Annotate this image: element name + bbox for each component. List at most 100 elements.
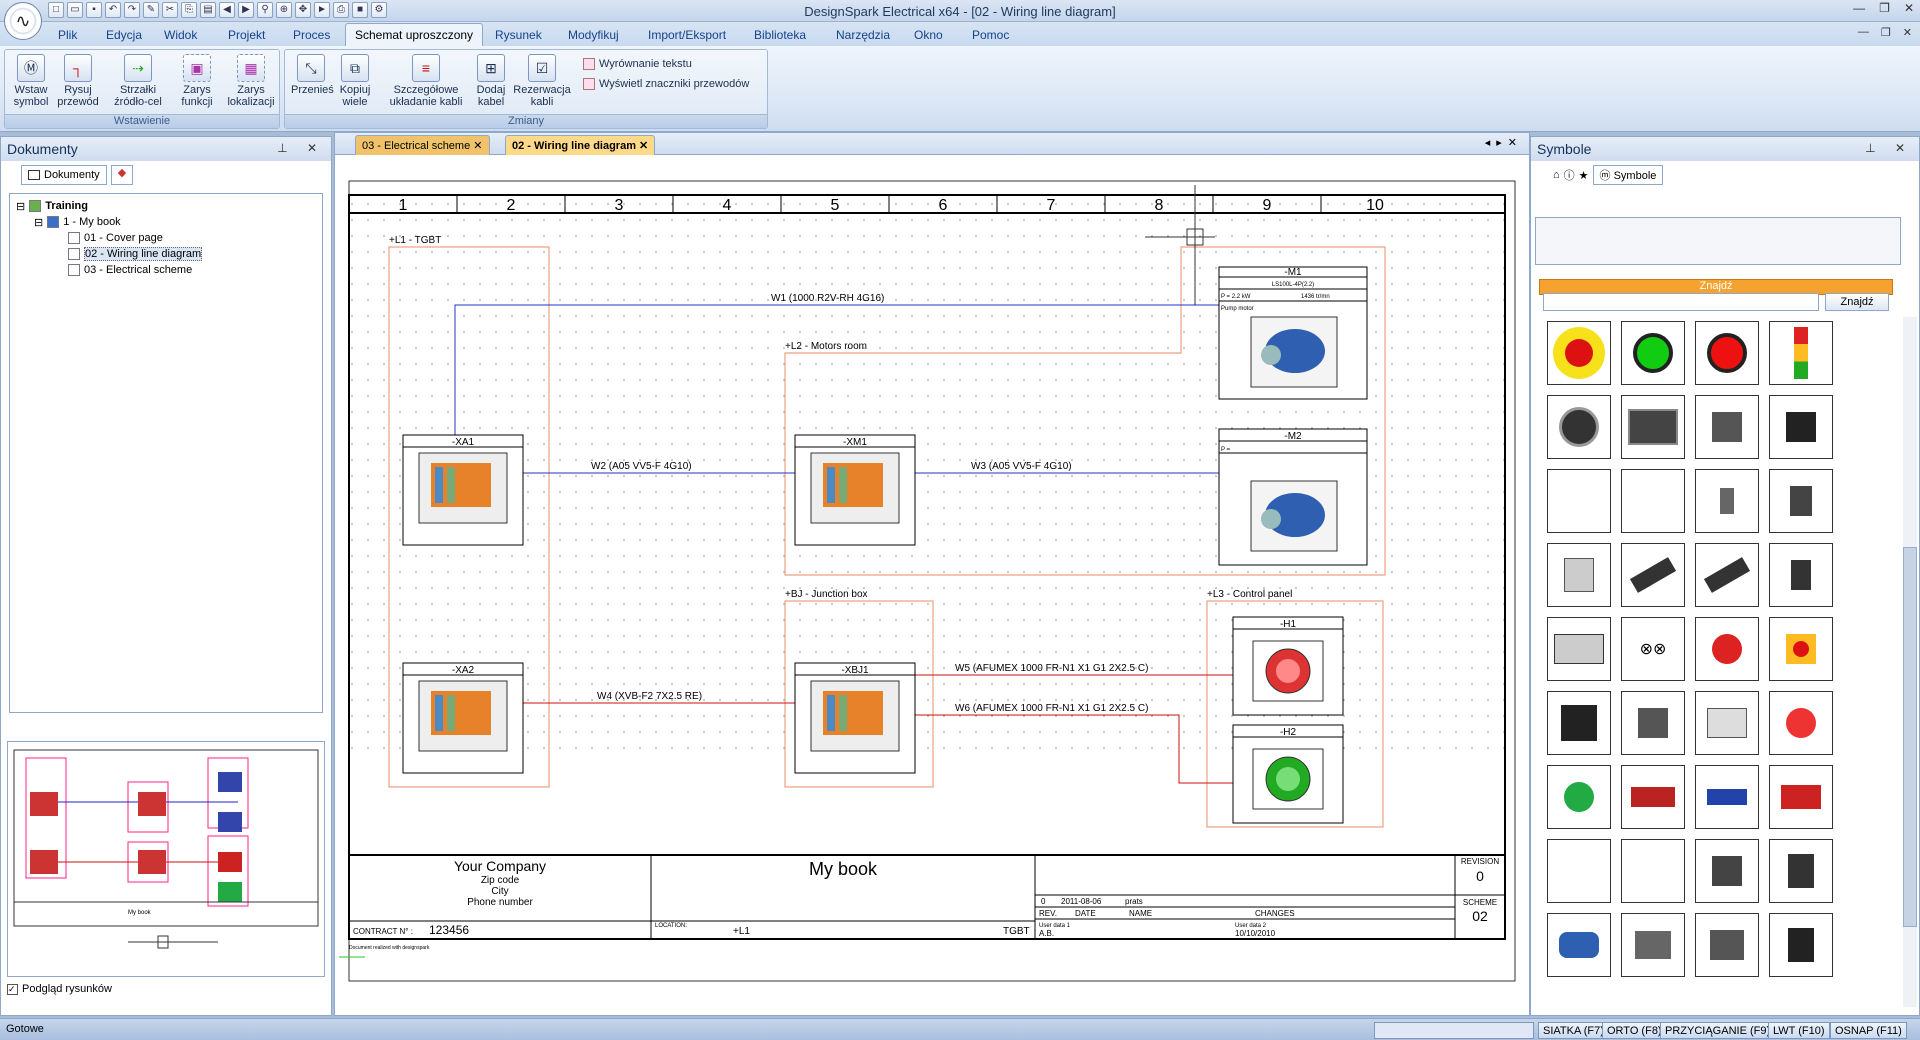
symbol-search-input[interactable] — [1543, 293, 1819, 311]
menu-okno[interactable]: Okno — [906, 26, 951, 44]
toggle-osnap[interactable]: OSNAP (F11) — [1830, 1022, 1907, 1039]
toggle-ortho[interactable]: ORTO (F8) — [1602, 1022, 1667, 1039]
symbol-plc[interactable] — [1547, 617, 1611, 681]
menu-projekt[interactable]: Projekt — [220, 26, 273, 44]
symbol-controller[interactable] — [1769, 913, 1833, 977]
wiring-drawing[interactable]: 1 2 3 4 5 6 7 8 9 10 +L1 - TGBT +L2 - Mo… — [335, 155, 1531, 1017]
restore-icon[interactable]: ❐ — [1879, 1, 1890, 15]
location-outline-button[interactable]: ▦ Zarys lokalizacji — [223, 54, 279, 108]
copy-many-button[interactable]: ⧉ Kopiuj wiele — [335, 54, 375, 108]
tree-book[interactable]: ⊟ 1 - My book — [16, 214, 316, 230]
insert-symbol-button[interactable]: Ⓜ Wstaw symbol — [9, 54, 53, 108]
component-h2[interactable]: -H2 — [1232, 724, 1344, 824]
tree-root[interactable]: ⊟ Training — [16, 198, 316, 214]
symbol-motor[interactable] — [1547, 913, 1611, 977]
checkbox-icon[interactable]: ✓ — [7, 983, 18, 995]
menu-import-eksport[interactable]: Import/Eksport — [640, 26, 734, 44]
tab-close-icon[interactable]: ✕ — [639, 140, 648, 152]
symbol-signal-tower[interactable] — [1769, 321, 1833, 385]
info-icon[interactable]: ⓘ — [1564, 167, 1575, 183]
mdi-close-icon[interactable]: ✕ — [1903, 26, 1912, 39]
tab-wiring-line-diagram[interactable]: 02 - Wiring line diagram ✕ — [505, 135, 656, 155]
symbol-empty-2[interactable] — [1621, 469, 1685, 533]
symbol-inverter[interactable] — [1769, 839, 1833, 903]
component-xa1[interactable]: -XA1 — [402, 434, 524, 546]
symbol-sensor-1[interactable] — [1621, 543, 1685, 607]
arrows-button[interactable]: ⇢ Strzałki źródło-cel — [109, 54, 167, 108]
symbol-empty-1[interactable] — [1547, 469, 1611, 533]
pin-close-icons[interactable]: ⊥ ✕ — [277, 141, 325, 155]
cable-layout-button[interactable]: ≡ Szczegółowe układanie kabli — [383, 54, 469, 108]
menu-schemat-uproszczony[interactable]: Schemat uproszczony — [345, 23, 484, 46]
tab-close-icon[interactable]: ✕ — [473, 140, 482, 152]
menu-pomoc[interactable]: Pomoc — [964, 26, 1017, 44]
component-xm1[interactable]: -XM1 — [794, 434, 916, 546]
symbol-emergency-stop[interactable] — [1547, 321, 1611, 385]
menu-narzedzia[interactable]: Narzędzia — [828, 26, 898, 44]
menu-rysunek[interactable]: Rysunek — [487, 26, 550, 44]
menu-edycja[interactable]: Edycja — [98, 26, 150, 44]
pin-close-icons[interactable]: ⊥ ✕ — [1865, 141, 1913, 155]
symbol-small-device[interactable] — [1695, 469, 1759, 533]
component-xbj1[interactable]: -XBJ1 — [794, 662, 916, 774]
mdi-minimize-icon[interactable]: — — [1858, 26, 1869, 39]
symbols-tab[interactable]: ⓜ Symbole — [1592, 165, 1664, 185]
symbol-pilot-green[interactable] — [1547, 765, 1611, 829]
cable-reservation-button[interactable]: ☑ Rezerwacja kabli — [513, 54, 571, 108]
symbol-valve[interactable] — [1695, 913, 1759, 977]
tree-page-scheme[interactable]: 03 - Electrical scheme — [16, 262, 316, 278]
symbol-switch[interactable] — [1621, 691, 1685, 755]
symbol-pilot-red[interactable] — [1769, 691, 1833, 755]
symbol-relay-module[interactable] — [1769, 395, 1833, 459]
symbol-estop-box[interactable] — [1769, 617, 1833, 681]
navigator-tab-icon[interactable]: ◆ — [111, 165, 133, 185]
symbol-mushroom-red[interactable] — [1695, 617, 1759, 681]
tab-scroll-icons[interactable]: ◂▸✕ — [1485, 136, 1523, 149]
component-h1[interactable]: -H1 — [1232, 616, 1344, 716]
toggle-snap[interactable]: PRZYCIĄGANIE (F9) — [1660, 1022, 1776, 1039]
symbol-encoder[interactable] — [1695, 765, 1759, 829]
documents-tab[interactable]: Dokumenty — [21, 165, 107, 185]
function-outline-button[interactable]: ▣ Zarys funkcji — [171, 54, 223, 108]
move-button[interactable]: ⤡ Przenieś — [291, 54, 334, 96]
tree-page-cover[interactable]: 01 - Cover page — [16, 230, 316, 246]
symbol-terminal[interactable] — [1769, 543, 1833, 607]
symbol-disconnect[interactable] — [1695, 839, 1759, 903]
minimize-icon[interactable]: — — [1853, 1, 1865, 15]
align-text-button[interactable]: Wyrównanie tekstu — [583, 58, 692, 70]
symbol-gearbox[interactable] — [1769, 765, 1833, 829]
symbol-display-panel[interactable] — [1621, 395, 1685, 459]
collapse-icon[interactable]: ⊟ — [34, 216, 43, 229]
collapse-icon[interactable]: ⊟ — [16, 200, 25, 213]
symbol-mcb[interactable] — [1695, 691, 1759, 755]
symbol-empty-3[interactable] — [1547, 839, 1611, 903]
menu-biblioteka[interactable]: Biblioteka — [746, 26, 814, 44]
home-icon[interactable]: ⌂ — [1553, 169, 1560, 181]
menu-proces[interactable]: Proces — [285, 26, 338, 44]
mdi-restore-icon[interactable]: ❐ — [1881, 26, 1891, 39]
symbol-switch-module[interactable] — [1695, 395, 1759, 459]
close-icon[interactable]: ✕ — [1904, 1, 1914, 15]
symbol-empty-4[interactable] — [1621, 839, 1685, 903]
show-wire-markers-button[interactable]: Wyświetl znaczniki przewodów — [583, 78, 749, 90]
app-logo[interactable]: ∿ — [4, 2, 42, 40]
tree-page-wiring[interactable]: 02 - Wiring line diagram — [16, 246, 316, 262]
symbol-servo[interactable] — [1621, 765, 1685, 829]
component-m1[interactable]: -M1 LS100L-4P(2.2) P = 2.2 kW 1436 tr/mn… — [1218, 266, 1368, 400]
component-xa2[interactable]: -XA2 — [402, 662, 524, 774]
symbol-sensor-2[interactable] — [1695, 543, 1759, 607]
symbol-pump[interactable] — [1621, 913, 1685, 977]
symbols-scrollbar[interactable] — [1903, 317, 1917, 1007]
tab-electrical-scheme[interactable]: 03 - Electrical scheme ✕ — [355, 135, 490, 155]
symbol-red-button[interactable] — [1695, 321, 1759, 385]
symbol-contactor[interactable] — [1769, 469, 1833, 533]
toggle-grid[interactable]: SIATKA (F7) — [1538, 1022, 1609, 1039]
menu-plik[interactable]: Plik — [50, 26, 85, 44]
add-cable-button[interactable]: ⊞ Dodaj kabel — [471, 54, 511, 108]
component-m2[interactable]: -M2 P = — [1218, 428, 1368, 566]
toggle-lwt[interactable]: LWT (F10) — [1768, 1022, 1830, 1039]
symbol-selector-switch[interactable] — [1547, 395, 1611, 459]
menu-widok[interactable]: Widok — [156, 26, 205, 44]
symbol-lamps[interactable]: ⊗⊗ — [1621, 617, 1685, 681]
symbol-green-button[interactable] — [1621, 321, 1685, 385]
